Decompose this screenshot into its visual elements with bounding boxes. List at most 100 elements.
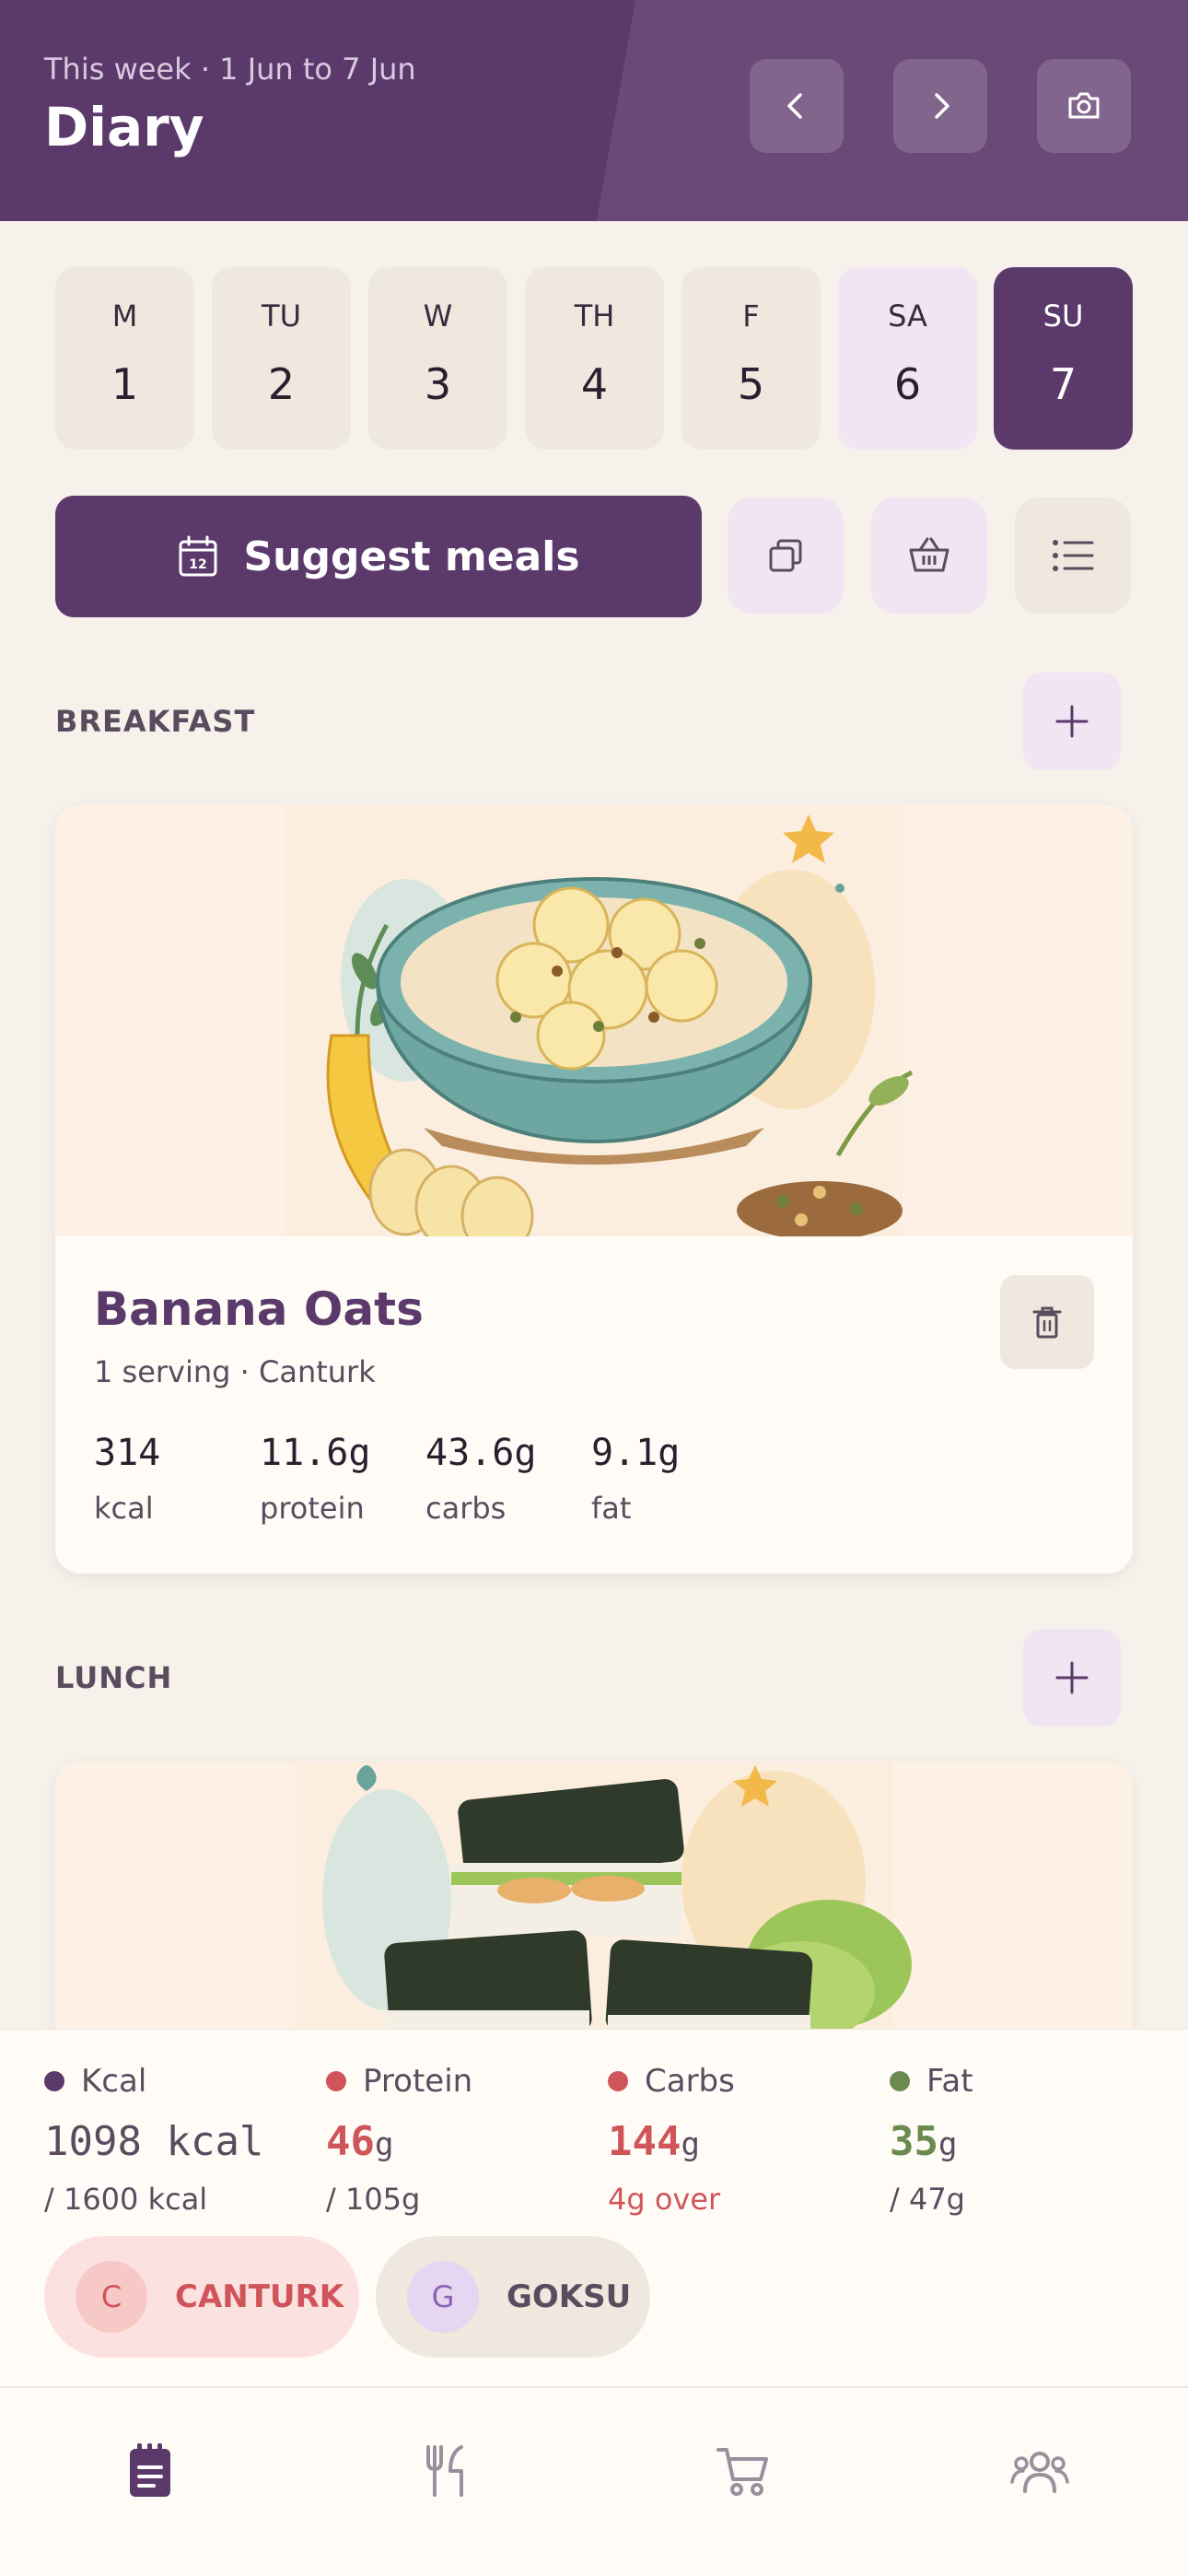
summary-label: Protein <box>363 2063 473 2100</box>
trash-icon <box>1032 1306 1062 1339</box>
macro-label: kcal <box>94 1491 154 1526</box>
nav-recipes[interactable] <box>401 2425 493 2517</box>
macro-value: 43.6g <box>425 1432 537 1474</box>
summary-carbs: Carbs 144g 4g over <box>608 2063 735 2217</box>
delete-meal-button[interactable] <box>1000 1275 1094 1369</box>
day-tuesday[interactable]: TU 2 <box>212 267 351 450</box>
nav-shopping[interactable] <box>697 2425 789 2517</box>
user-chip-goksu[interactable]: G GOKSU <box>376 2236 650 2358</box>
macro-fat: 9.1g fat <box>591 1432 680 1526</box>
macro-value: 11.6g <box>260 1432 371 1474</box>
macro-kcal: 314 kcal <box>94 1432 160 1526</box>
avatar: C <box>76 2261 147 2333</box>
day-number: 5 <box>737 359 765 409</box>
day-number: 7 <box>1049 359 1077 409</box>
summary-target: / 105g <box>326 2182 421 2217</box>
plus-icon <box>1055 705 1089 738</box>
macro-protein: 11.6g protein <box>260 1432 370 1526</box>
fat-dot-icon <box>890 2071 910 2091</box>
chevron-left-icon <box>787 93 802 119</box>
calendar-icon: 12 <box>179 535 217 577</box>
day-sunday[interactable]: SU 7 <box>994 267 1133 450</box>
meal-image-lunch <box>55 1762 1133 2038</box>
day-label: SU <box>1042 299 1084 334</box>
day-number: 2 <box>267 359 296 409</box>
kcal-dot-icon <box>44 2071 64 2091</box>
add-breakfast-button[interactable] <box>1023 673 1121 770</box>
camera-button[interactable] <box>1037 59 1131 153</box>
macro-value: 314 <box>94 1432 161 1474</box>
suggest-meals-label: Suggest meals <box>243 533 580 580</box>
summary-value: 144 <box>608 2118 681 2165</box>
meal-card-lunch[interactable] <box>55 1762 1133 2038</box>
plus-icon <box>1055 1661 1089 1694</box>
recipes-icon <box>426 2445 463 2497</box>
diary-icon <box>130 2443 170 2497</box>
page-title: Diary <box>44 96 204 158</box>
cart-icon <box>716 2448 768 2496</box>
day-saturday[interactable]: SA 6 <box>838 267 977 450</box>
day-friday[interactable]: F 5 <box>681 267 821 450</box>
day-wednesday[interactable]: W 3 <box>368 267 507 450</box>
avatar: G <box>407 2261 479 2333</box>
daily-summary-panel: Kcal 1098 kcal / 1600 kcal Protein 46g /… <box>0 2029 1188 2386</box>
section-title-breakfast: BREAKFAST <box>55 704 256 739</box>
day-thursday[interactable]: TH 4 <box>525 267 664 450</box>
day-label: W <box>423 299 453 334</box>
meal-image-banana-oats <box>55 805 1133 1257</box>
macro-value: 9.1g <box>591 1432 681 1474</box>
onigirazu-illustration <box>295 1762 912 2038</box>
meal-name: Banana Oats <box>94 1282 424 1336</box>
add-lunch-button[interactable] <box>1023 1629 1121 1727</box>
camera-icon <box>1068 92 1100 119</box>
day-number: 4 <box>580 359 609 409</box>
day-number: 1 <box>111 359 139 409</box>
list-icon <box>1053 540 1094 571</box>
macro-label: fat <box>591 1491 632 1526</box>
oats-bowl-illustration <box>285 805 914 1257</box>
nav-household[interactable] <box>994 2425 1086 2517</box>
copy-icon <box>769 539 802 572</box>
summary-protein: Protein 46g / 105g <box>326 2063 473 2217</box>
week-range-label: This week · 1 Jun to 7 Jun <box>44 52 416 87</box>
next-week-button[interactable] <box>893 59 987 153</box>
day-number: 6 <box>893 359 922 409</box>
day-label: SA <box>888 299 927 334</box>
day-label: TU <box>262 299 301 334</box>
summary-label: Carbs <box>645 2063 735 2100</box>
protein-dot-icon <box>326 2071 346 2091</box>
meal-card-banana-oats[interactable]: Banana Oats 1 serving · Canturk 314 kcal… <box>55 805 1133 1574</box>
basket-button[interactable] <box>871 498 987 614</box>
day-label: TH <box>574 299 615 334</box>
summary-over-target: 4g over <box>608 2182 721 2217</box>
section-title-lunch: LUNCH <box>55 1660 173 1695</box>
day-monday[interactable]: M 1 <box>55 267 194 450</box>
user-name: GOKSU <box>507 2278 632 2315</box>
carbs-dot-icon <box>608 2071 628 2091</box>
user-name: CANTURK <box>175 2278 344 2315</box>
day-label: F <box>742 299 760 334</box>
summary-value: 1098 <box>44 2118 142 2165</box>
summary-target: / 1600 kcal <box>44 2182 208 2217</box>
svg-text:12: 12 <box>190 557 207 572</box>
basket-icon <box>909 537 949 572</box>
summary-kcal: Kcal 1098 kcal / 1600 kcal <box>44 2063 264 2217</box>
day-label: M <box>111 299 138 334</box>
chevron-right-icon <box>935 93 949 119</box>
meal-serving-info: 1 serving · Canturk <box>94 1354 376 1389</box>
summary-label: Kcal <box>81 2063 147 2100</box>
app-header: This week · 1 Jun to 7 Jun Diary <box>0 0 1188 221</box>
day-number: 3 <box>424 359 452 409</box>
user-chip-canturk[interactable]: C CANTURK <box>44 2236 359 2358</box>
list-view-button[interactable] <box>1015 498 1131 614</box>
bottom-navigation <box>0 2386 1188 2576</box>
suggest-meals-button[interactable]: 12 Suggest meals <box>55 496 702 617</box>
summary-fat: Fat 35g / 47g <box>890 2063 973 2217</box>
household-icon <box>1010 2452 1069 2493</box>
nav-diary[interactable] <box>104 2425 196 2517</box>
summary-value: 35 <box>890 2118 938 2165</box>
macro-label: protein <box>260 1491 365 1526</box>
copy-day-button[interactable] <box>728 498 844 614</box>
macro-carbs: 43.6g carbs <box>425 1432 536 1526</box>
previous-week-button[interactable] <box>750 59 844 153</box>
